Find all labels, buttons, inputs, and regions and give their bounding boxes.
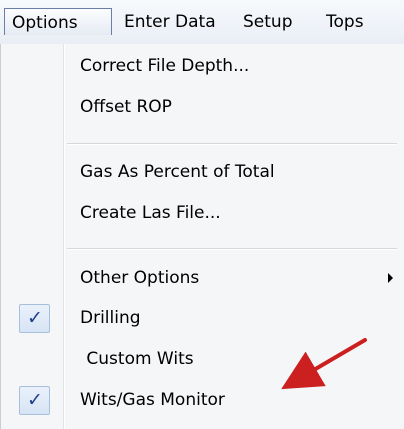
menu-separator — [67, 143, 397, 145]
submenu-arrow-icon — [388, 273, 393, 283]
menu-item-drilling[interactable]: ✓ Drilling — [1, 299, 404, 339]
menu-item-gas-as-percent-of-total[interactable]: Gas As Percent of Total — [1, 153, 404, 193]
menu-options[interactable]: Options — [4, 8, 112, 35]
menu-setup[interactable]: Setup — [243, 8, 292, 36]
screenshot: Options Enter Data Setup Tops Correct Fi… — [0, 0, 404, 429]
menu-item-label: Other Options — [80, 268, 200, 288]
menu-item-label: Drilling — [80, 308, 141, 328]
menu-enter-data[interactable]: Enter Data — [124, 8, 216, 36]
checkmark-icon: ✓ — [27, 307, 43, 329]
menu-item-label: Custom Wits — [81, 349, 194, 369]
menu-tops[interactable]: Tops — [326, 8, 364, 36]
menu-item-label: Offset ROP — [80, 97, 172, 117]
menu-bar: Options Enter Data Setup Tops — [0, 0, 404, 45]
checkmark-box: ✓ — [19, 304, 50, 333]
checkmark-box: ✓ — [19, 386, 50, 415]
menu-item-label: Create Las File... — [80, 203, 221, 223]
checkmark-icon: ✓ — [27, 389, 43, 411]
menu-item-custom-wits[interactable]: Custom Wits — [1, 340, 404, 380]
menu-item-correct-file-depth[interactable]: Correct File Depth... — [1, 47, 404, 87]
menu-item-label: Correct File Depth... — [80, 56, 250, 76]
menu-item-create-las-file[interactable]: Create Las File... — [1, 194, 404, 234]
menu-item-other-options[interactable]: Other Options — [1, 259, 404, 299]
menu-item-wits-gas-monitor[interactable]: ✓ Wits/Gas Monitor — [1, 381, 404, 421]
menu-item-label: Wits/Gas Monitor — [80, 390, 225, 410]
menu-item-label: Gas As Percent of Total — [80, 162, 275, 182]
menu-item-offset-rop[interactable]: Offset ROP — [1, 88, 404, 128]
menu-separator — [67, 248, 397, 250]
options-dropdown-menu: Correct File Depth... Offset ROP Gas As … — [0, 44, 404, 429]
